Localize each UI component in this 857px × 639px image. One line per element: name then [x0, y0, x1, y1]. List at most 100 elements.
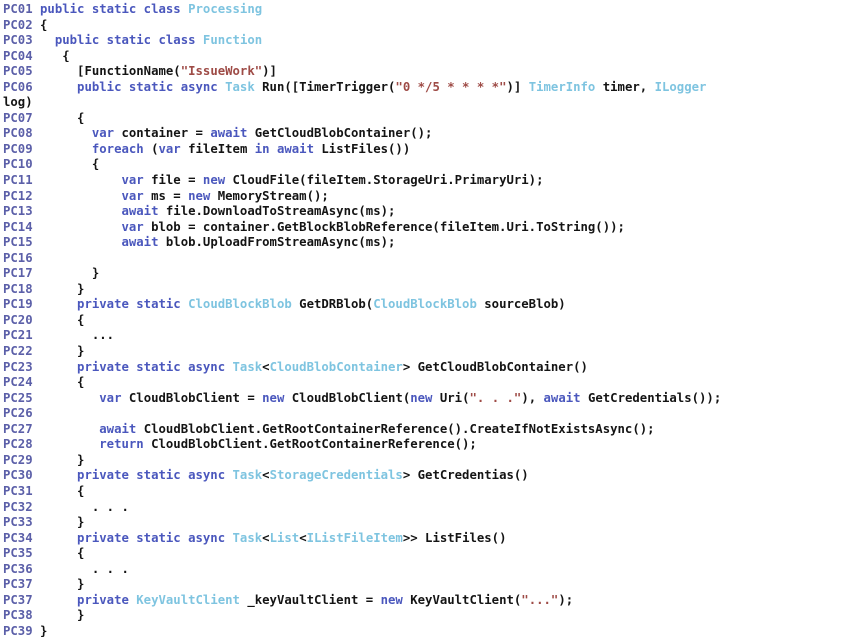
code-line: PC39 } — [3, 624, 857, 639]
code-token-kw: var — [121, 188, 144, 203]
code-token-plain: } — [32, 577, 85, 592]
line-number: PC23 — [3, 359, 33, 374]
line-number: PC26 — [3, 406, 33, 421]
code-line: PC06 public static async Task Run([Timer… — [3, 80, 857, 96]
code-token-kw: var — [121, 219, 144, 234]
code-token-plain: } — [32, 452, 85, 467]
code-token-type: CloudBlockBlob — [188, 297, 292, 312]
line-number: PC18 — [3, 281, 33, 296]
code-line: PC25 var CloudBlobClient = new CloudBlob… — [3, 391, 857, 407]
code-token-kw: await — [543, 390, 581, 405]
line-number: PC03 — [3, 33, 33, 48]
line-number: PC27 — [3, 421, 33, 436]
code-line: PC23 private static async Task<CloudBlob… — [3, 360, 857, 376]
code-token-plain: ListFiles()) — [314, 141, 411, 156]
code-line: PC16 — [3, 251, 857, 267]
code-token-type: KeyVaultClient — [136, 592, 240, 607]
code-token-plain: } — [32, 608, 85, 623]
code-token-kw: await — [121, 204, 159, 219]
code-token-plain: < — [262, 530, 270, 545]
code-token-plain: > GetCloudBlobContainer() — [402, 359, 588, 374]
code-token-kw: private static async — [77, 359, 226, 374]
code-line: PC36 . . . — [3, 562, 857, 578]
code-line: PC29 } — [3, 453, 857, 469]
line-number: PC04 — [3, 48, 33, 63]
line-number: PC06 — [3, 79, 33, 94]
code-token-plain: CloudBlobClient.GetRootContainerReferenc… — [143, 437, 477, 452]
code-line: PC24 { — [3, 375, 857, 391]
code-token-plain: fileItem — [180, 141, 255, 156]
line-number: PC11 — [3, 173, 33, 188]
code-token-plain: CloudBlobClient( — [284, 390, 411, 405]
line-number: PC07 — [3, 110, 33, 125]
code-token-plain: ms = — [143, 188, 189, 203]
code-token-kw: public static class — [40, 2, 181, 16]
code-token-kw: await — [99, 421, 137, 436]
code-token-plain: MemoryStream(); — [210, 188, 329, 203]
line-number: PC31 — [3, 483, 33, 498]
code-line: log) — [3, 95, 857, 111]
code-token-plain: { — [32, 375, 85, 390]
line-number: PC02 — [3, 17, 33, 32]
code-token-plain: GetCredentials()); — [580, 390, 722, 405]
code-token-plain: blob = container.GetBlockBlobReference(f… — [143, 219, 625, 234]
code-token-type: Task — [225, 79, 255, 94]
code-token-plain: GetCloudBlobContainer(); — [247, 126, 433, 141]
code-line: PC13 await file.DownloadToStreamAsync(ms… — [3, 204, 857, 220]
code-token-plain: file.DownloadToStreamAsync(ms); — [158, 204, 396, 219]
code-token-kw: foreach — [91, 141, 144, 156]
code-token-type: ILogger — [654, 79, 707, 94]
code-line: PC15 await blob.UploadFromStreamAsync(ms… — [3, 235, 857, 251]
code-line: PC01 public static class Processing — [3, 2, 857, 18]
code-token-kw: return — [99, 437, 144, 452]
code-token-plain: } — [32, 344, 85, 359]
code-token-plain: < — [262, 468, 270, 483]
code-token-type: Processing — [188, 2, 263, 16]
code-token-plain: CloudBlobClient.GetRootContainerReferenc… — [136, 421, 655, 436]
code-line: PC37 private KeyVaultClient _keyVaultCli… — [3, 593, 857, 609]
code-line: PC33 } — [3, 515, 857, 531]
code-line: PC28 return CloudBlobClient.GetRootConta… — [3, 437, 857, 453]
code-line: PC03 public static class Function — [3, 33, 857, 49]
line-number: PC05 — [3, 64, 33, 79]
code-token-type: Task — [232, 530, 263, 545]
code-line: PC22 } — [3, 344, 857, 360]
line-number: PC15 — [3, 235, 33, 250]
code-token-plain: . . . — [32, 499, 129, 514]
code-line: PC19 private static CloudBlockBlob GetDR… — [3, 297, 857, 313]
line-number: PC09 — [3, 141, 33, 156]
code-token-plain: ( — [143, 141, 159, 156]
code-token-plain: log) — [3, 95, 33, 110]
code-token-plain: } — [32, 281, 85, 296]
code-token-kw: private static async — [77, 530, 226, 545]
line-number: PC10 — [3, 157, 33, 172]
code-line: PC26 — [3, 406, 857, 422]
code-token-str: "IssueWork" — [180, 64, 263, 79]
code-token-type: CloudBlobContainer — [269, 359, 403, 374]
code-line: PC32 . . . — [3, 500, 857, 516]
line-number: PC34 — [3, 530, 33, 545]
code-line: PC10 { — [3, 157, 857, 173]
line-number: PC35 — [3, 546, 33, 561]
code-listing: PC01 public static class Processing PC02 … — [0, 0, 857, 639]
code-token-kw: var — [99, 390, 122, 405]
code-line: PC04 { — [3, 49, 857, 65]
code-line: PC09 foreach (var fileItem in await List… — [3, 142, 857, 158]
code-line: PC35 { — [3, 546, 857, 562]
